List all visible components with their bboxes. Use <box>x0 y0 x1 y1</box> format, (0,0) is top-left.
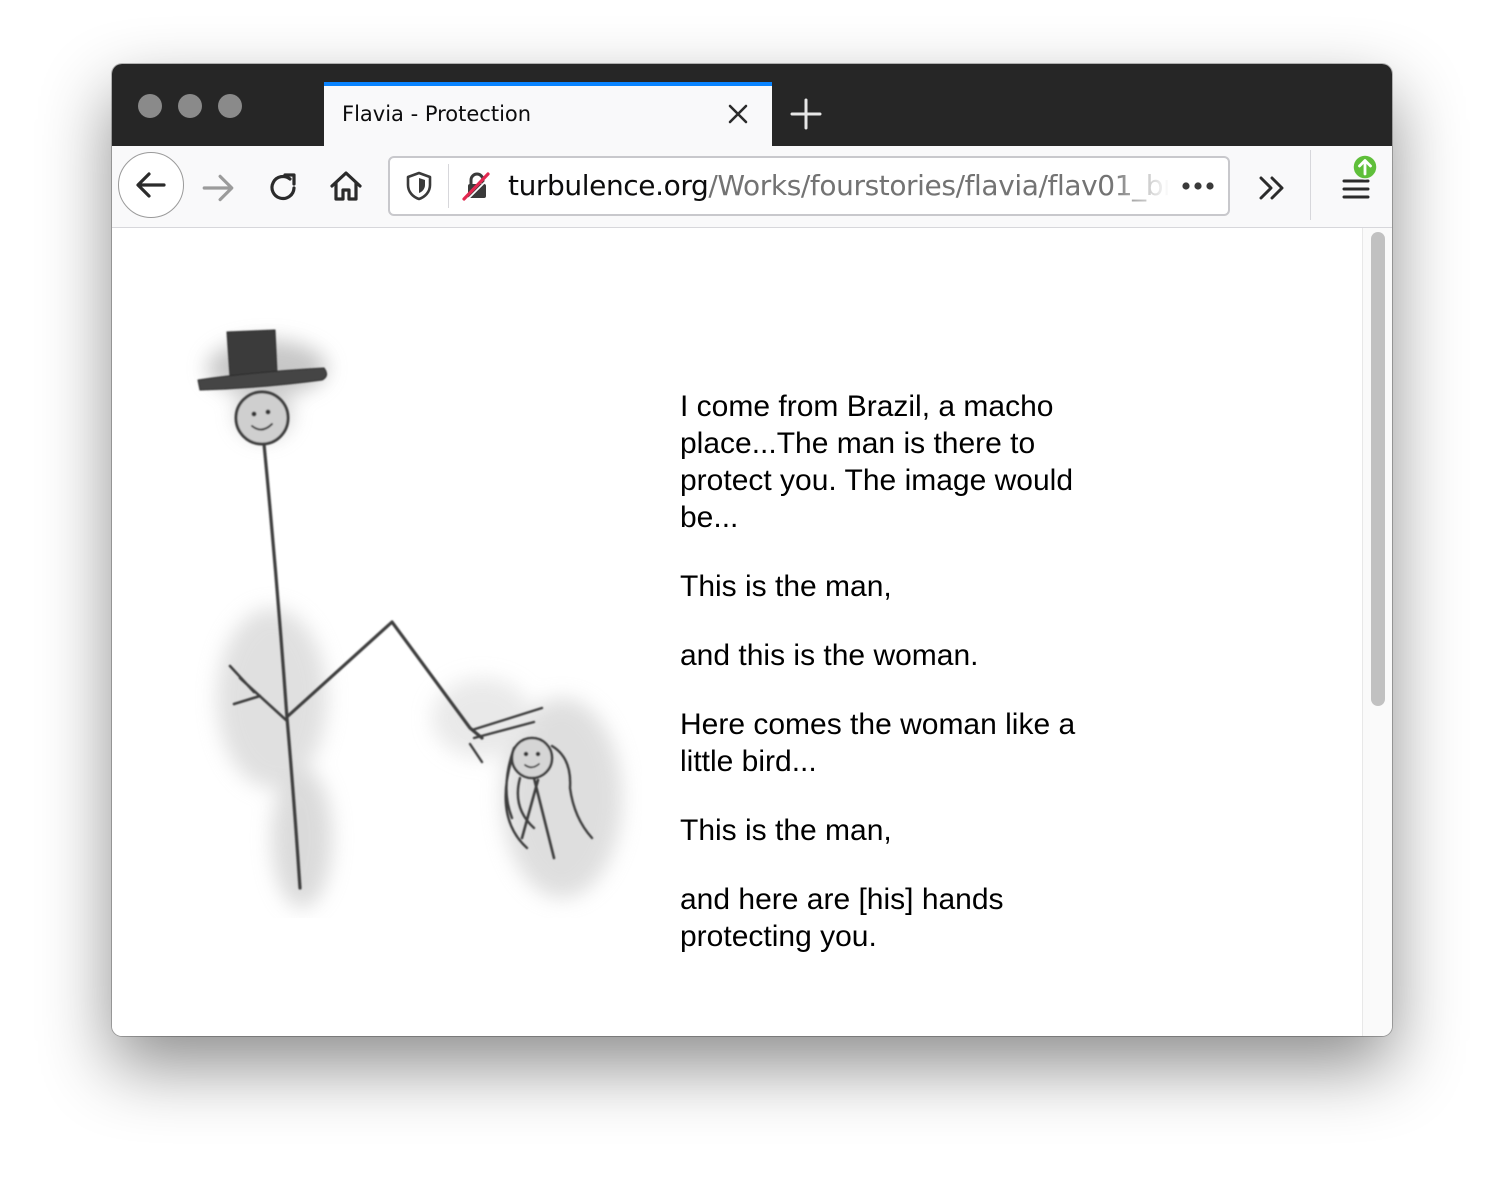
url-fade <box>1110 166 1180 206</box>
navigation-toolbar: turbulence.org/Works/fourstories/flavia/… <box>112 146 1392 228</box>
browser-window: Flavia - Protection turbulence.org/Works… <box>112 64 1392 1036</box>
close-icon[interactable] <box>724 100 752 128</box>
close-window-button[interactable] <box>138 94 162 118</box>
story-paragraph: I come from Brazil, a macho place...The … <box>680 390 1074 534</box>
double-chevron-icon <box>1259 176 1284 200</box>
insecure-lock-icon[interactable] <box>460 170 492 207</box>
reload-button[interactable] <box>262 166 304 208</box>
update-arrow-icon[interactable] <box>1352 154 1378 185</box>
more-dots-icon[interactable] <box>1180 172 1216 205</box>
urlbar-separator <box>448 164 449 208</box>
reload-icon <box>270 173 296 201</box>
arrow-right-icon <box>202 174 234 202</box>
story-paragraph: Here comes the woman like a little bird.… <box>680 708 1076 778</box>
shield-icon[interactable] <box>404 170 434 207</box>
story-paragraph: and this is the woman. <box>680 639 979 672</box>
overflow-button[interactable] <box>1252 168 1292 208</box>
scrollbar-thumb[interactable] <box>1371 232 1385 706</box>
zoom-window-button[interactable] <box>218 94 242 118</box>
tab-title: Flavia - Protection <box>342 102 532 126</box>
home-icon <box>330 171 362 201</box>
title-bar: Flavia - Protection <box>112 64 1392 146</box>
active-tab[interactable]: Flavia - Protection <box>324 82 772 146</box>
address-bar[interactable]: turbulence.org/Works/fourstories/flavia/… <box>388 156 1230 216</box>
arrow-left-icon <box>136 172 166 198</box>
url-path: /Works/fourstories/flavia/flav01_brazil <box>708 169 1168 202</box>
back-button[interactable] <box>118 152 184 218</box>
url-text[interactable]: turbulence.org/Works/fourstories/flavia/… <box>508 169 1168 203</box>
story-paragraph: This is the man, <box>680 814 892 847</box>
story-paragraph: This is the man, <box>680 570 892 603</box>
plus-icon[interactable] <box>788 96 824 132</box>
home-button[interactable] <box>324 164 368 208</box>
stick-figure-drawing <box>197 329 622 908</box>
story-text: I come from Brazil, a macho place...The … <box>680 388 1120 987</box>
page-content: I come from Brazil, a macho place...The … <box>112 228 1362 1036</box>
minimize-window-button[interactable] <box>178 94 202 118</box>
toolbar-divider <box>1310 150 1311 220</box>
vertical-scrollbar[interactable] <box>1362 228 1392 1036</box>
forward-button[interactable] <box>198 168 238 208</box>
url-domain: turbulence.org <box>508 169 709 202</box>
story-paragraph: and here are [his] hands protecting you. <box>680 883 1004 953</box>
